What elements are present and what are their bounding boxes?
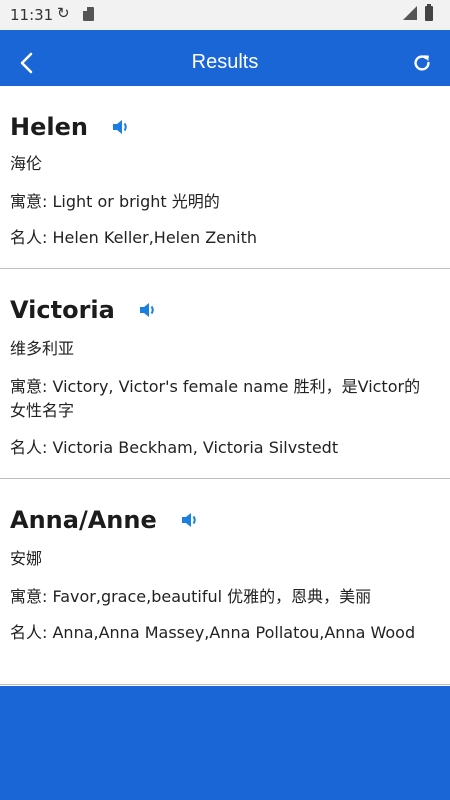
signal-icon [403, 6, 417, 20]
name-title: Anna/Anne [10, 506, 157, 534]
chinese-name: 维多利亚 [10, 339, 75, 358]
refresh-icon [414, 55, 430, 71]
sync-icon: ↻ [57, 4, 70, 22]
status-bar: 11:31 ↻ [0, 0, 450, 30]
refresh-button[interactable] [407, 48, 437, 78]
name-title: Helen [10, 113, 88, 141]
meaning-text: 寓意: Victory, Victor's female name 胜利，是Vi… [10, 377, 421, 420]
chinese-name: 安娜 [10, 549, 43, 568]
status-time: 11:31 [10, 6, 54, 24]
chinese-name: 海伦 [10, 154, 43, 173]
famous-people-text: 名人: Helen Keller,Helen Zenith [10, 228, 258, 247]
name-title: Victoria [10, 296, 115, 324]
speaker-icon[interactable] [181, 512, 199, 528]
page-title: Results [191, 51, 259, 73]
speaker-icon[interactable] [112, 119, 130, 135]
list-item: Victoria 维多利亚 寓意: Victory, Victor's fema… [0, 269, 450, 479]
list-item: Helen 海伦 寓意: Light or bright 光明的 名人: Hel… [0, 86, 450, 269]
bottom-area [0, 686, 450, 800]
famous-people-text: 名人: Anna,Anna Massey,Anna Pollatou,Anna … [10, 623, 416, 642]
famous-people-text: 名人: Victoria Beckham, Victoria Silvstedt [10, 438, 339, 457]
battery-icon [425, 4, 433, 21]
speaker-icon[interactable] [139, 302, 157, 318]
meaning-text: 寓意: Favor,grace,beautiful 优雅的，恩典，美丽 [10, 587, 372, 606]
results-list: Helen 海伦 寓意: Light or bright 光明的 名人: Hel… [0, 86, 450, 686]
meaning-text: 寓意: Light or bright 光明的 [10, 192, 220, 211]
sd-card-icon [83, 7, 94, 21]
app-bar: Results [0, 40, 450, 86]
list-item: Anna/Anne 安娜 寓意: Favor,grace,beautiful 优… [0, 479, 450, 685]
